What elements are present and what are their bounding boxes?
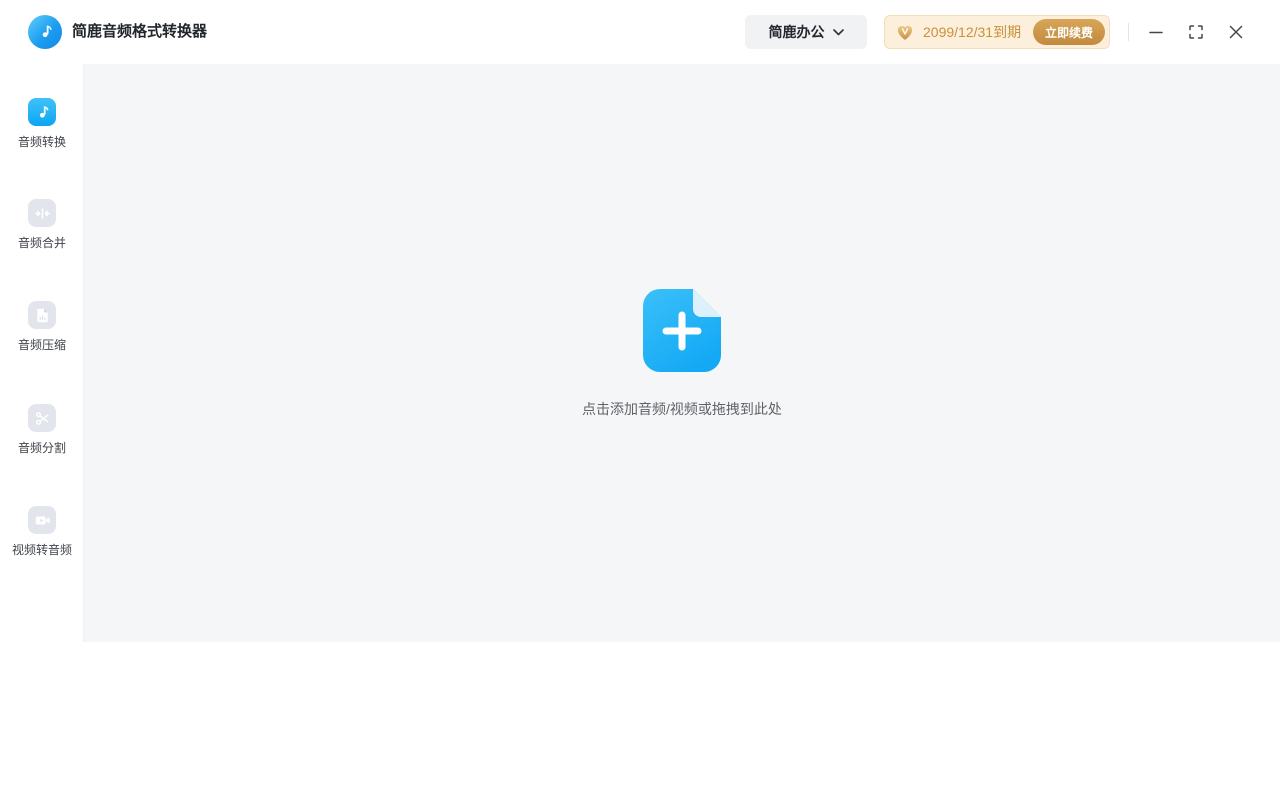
sidebar-item-label: 音频转换 [17,135,66,149]
compress-icon [28,301,56,329]
sidebar-item-audio-split[interactable]: 音频分割 [0,404,84,456]
minimize-icon [1149,31,1163,34]
file-drop-area[interactable]: 点击添加音频/视频或拖拽到此处 [84,64,1280,642]
vip-badge-icon [897,26,913,40]
sidebar-item-audio-convert[interactable]: 音频转换 [0,98,84,150]
video-camera-icon [28,506,56,534]
title-bar: 简鹿音频格式转换器 简鹿办公 2099/12/31到期 立即续费 [0,0,1280,64]
sidebar-item-label: 视频转音频 [11,543,72,557]
scissors-icon [28,404,56,432]
minimize-button[interactable] [1139,15,1173,49]
window-controls-divider [1128,23,1129,41]
renew-button[interactable]: 立即续费 [1033,19,1105,45]
vip-expiry-text: 2099/12/31到期 [923,24,1022,40]
merge-icon [28,199,56,227]
drop-hint-text: 点击添加音频/视频或拖拽到此处 [582,401,782,417]
vip-status-pill: 2099/12/31到期 立即续费 [884,15,1110,49]
add-file-icon[interactable] [642,288,722,373]
fullscreen-icon [1189,25,1203,39]
close-button[interactable] [1219,15,1253,49]
sidebar-item-label: 音频压缩 [17,338,66,352]
maximize-button[interactable] [1179,15,1213,49]
close-icon [1229,25,1243,39]
music-note-icon [28,98,56,126]
app-logo-icon [28,15,62,49]
sidebar-item-label: 音频合并 [17,236,66,250]
suite-menu-button[interactable]: 简鹿办公 [745,15,867,49]
suite-menu-label: 简鹿办公 [768,24,825,40]
sidebar-item-label: 音频分割 [17,441,66,455]
sidebar-item-video-to-audio[interactable]: 视频转音频 [0,506,84,558]
sidebar-item-audio-compress[interactable]: 音频压缩 [0,301,84,353]
app-title: 简鹿音频格式转换器 [72,23,208,40]
chevron-down-icon [832,28,844,35]
bottom-panel: 添加文件 添加文件夹 删除选中 格式 MP3 采样率 与源音频一致 音量 质量 … [0,642,1280,800]
sidebar-item-audio-merge[interactable]: 音频合并 [0,199,84,251]
